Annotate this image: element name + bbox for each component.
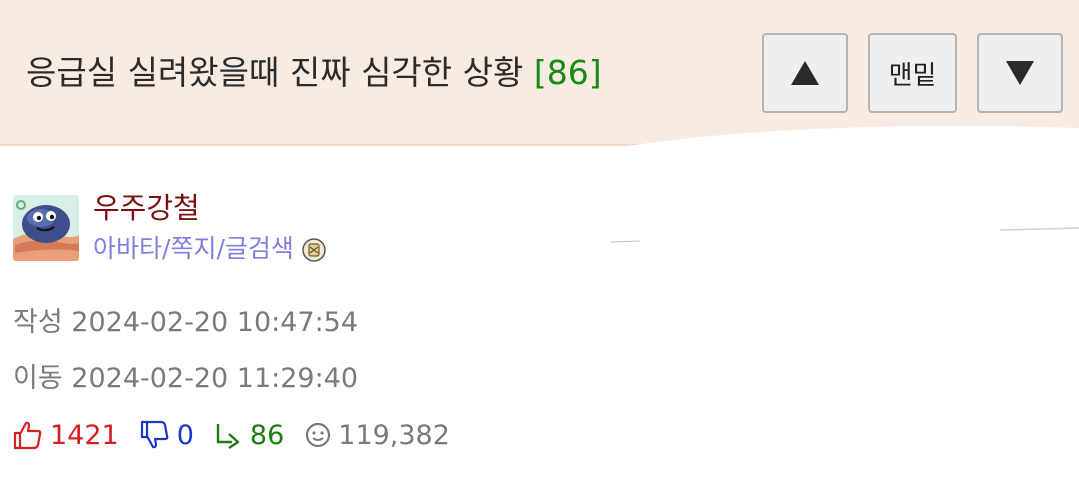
link-separator: / (216, 234, 225, 263)
thumbs-down-icon (140, 420, 169, 449)
avatar[interactable] (13, 195, 79, 261)
created-label: 작성 (13, 307, 63, 338)
moved-time: 2024-02-20 11:29:40 (71, 363, 359, 394)
triangle-down-icon (1006, 61, 1034, 85)
avatar-link[interactable]: 아바타 (93, 232, 162, 266)
scroll-badge-icon (302, 237, 326, 262)
scroll-down-button[interactable] (977, 33, 1063, 113)
created-time-line: 작성 2024-02-20 10:47:54 (13, 305, 358, 341)
scroll-bottom-button[interactable]: 맨밑 (868, 33, 957, 113)
author-name[interactable]: 우주강철 (93, 190, 200, 226)
post-title: 응급실 실려왔을때 진짜 심각한 상황 [86] (26, 50, 602, 96)
view-stat: 119,382 (304, 420, 450, 451)
smiley-view-icon (306, 422, 331, 448)
redaction-scribble (531, 126, 1079, 479)
post-stats: 1421 0 86 119,382 (12, 417, 450, 453)
reply-stat-count: 86 (249, 419, 285, 451)
post-title-text: 응급실 실려왔을때 진짜 심각한 상황 (26, 53, 524, 92)
triangle-up-icon (791, 61, 819, 85)
message-link[interactable]: 쪽지 (170, 232, 216, 266)
thumbs-up-icon (13, 421, 42, 450)
created-time: 2024-02-20 10:47:54 (71, 307, 359, 338)
moved-time-line: 이동 2024-02-20 11:29:40 (13, 361, 358, 397)
rock-character-avatar (13, 195, 79, 261)
reply-arrow-icon (216, 424, 240, 449)
reply-count[interactable]: [86] (534, 53, 602, 92)
moved-label: 이동 (13, 363, 63, 394)
dislike-stat[interactable]: 0 (139, 420, 194, 451)
scroll-top-button[interactable] (762, 33, 848, 113)
reply-stat[interactable]: 86 (214, 420, 284, 451)
link-separator: / (162, 234, 171, 263)
post-page: 응급실 실려왔을때 진짜 심각한 상황 [86] 맨밑 우주강철 아바타 / 쪽… (0, 0, 1079, 479)
dislike-count: 0 (176, 419, 194, 451)
view-count: 119,382 (338, 419, 450, 451)
post-search-link[interactable]: 글검색 (225, 232, 294, 266)
author-links: 아바타 / 쪽지 / 글검색 (93, 232, 326, 266)
like-stat[interactable]: 1421 (12, 420, 119, 451)
like-count: 1421 (50, 419, 119, 451)
scroll-bottom-label: 맨밑 (888, 60, 937, 91)
